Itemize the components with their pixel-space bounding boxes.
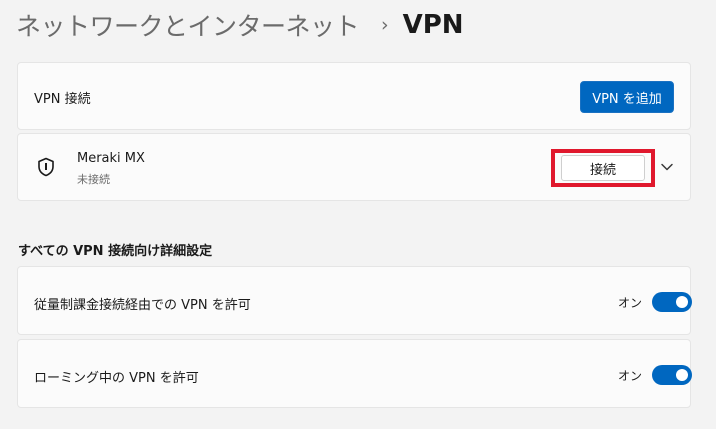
shield-icon xyxy=(38,157,54,177)
connection-name: Meraki MX xyxy=(77,151,145,166)
toggle-knob xyxy=(676,296,688,308)
roaming-vpn-label: ローミング中の VPN を許可 xyxy=(34,371,199,386)
vpn-connection-item[interactable]: Meraki MX 未接続 接続 xyxy=(17,133,691,201)
breadcrumb-separator-icon: › xyxy=(381,14,389,36)
metered-vpn-state: オン xyxy=(618,296,643,310)
connect-button[interactable]: 接続 xyxy=(561,155,645,181)
vpn-connections-card: VPN 接続 VPN を追加 xyxy=(17,62,691,130)
metered-vpn-label: 従量制課金接続経由での VPN を許可 xyxy=(34,298,251,313)
metered-vpn-toggle[interactable] xyxy=(652,292,692,312)
roaming-vpn-setting: ローミング中の VPN を許可 オン xyxy=(17,339,692,408)
toggle-knob xyxy=(676,369,688,381)
breadcrumb: ネットワークとインターネット › VPN xyxy=(16,6,464,44)
metered-vpn-setting: 従量制課金接続経由での VPN を許可 オン xyxy=(17,266,692,335)
roaming-vpn-state: オン xyxy=(618,369,643,383)
chevron-down-icon[interactable] xyxy=(660,161,674,173)
breadcrumb-parent[interactable]: ネットワークとインターネット xyxy=(16,7,360,43)
roaming-vpn-toggle[interactable] xyxy=(652,365,692,385)
connection-status: 未接続 xyxy=(77,173,110,186)
add-vpn-button[interactable]: VPN を追加 xyxy=(580,81,674,113)
page-title: VPN xyxy=(402,10,464,40)
advanced-settings-title: すべての VPN 接続向け詳細設定 xyxy=(18,244,213,259)
vpn-connections-label: VPN 接続 xyxy=(34,92,91,107)
